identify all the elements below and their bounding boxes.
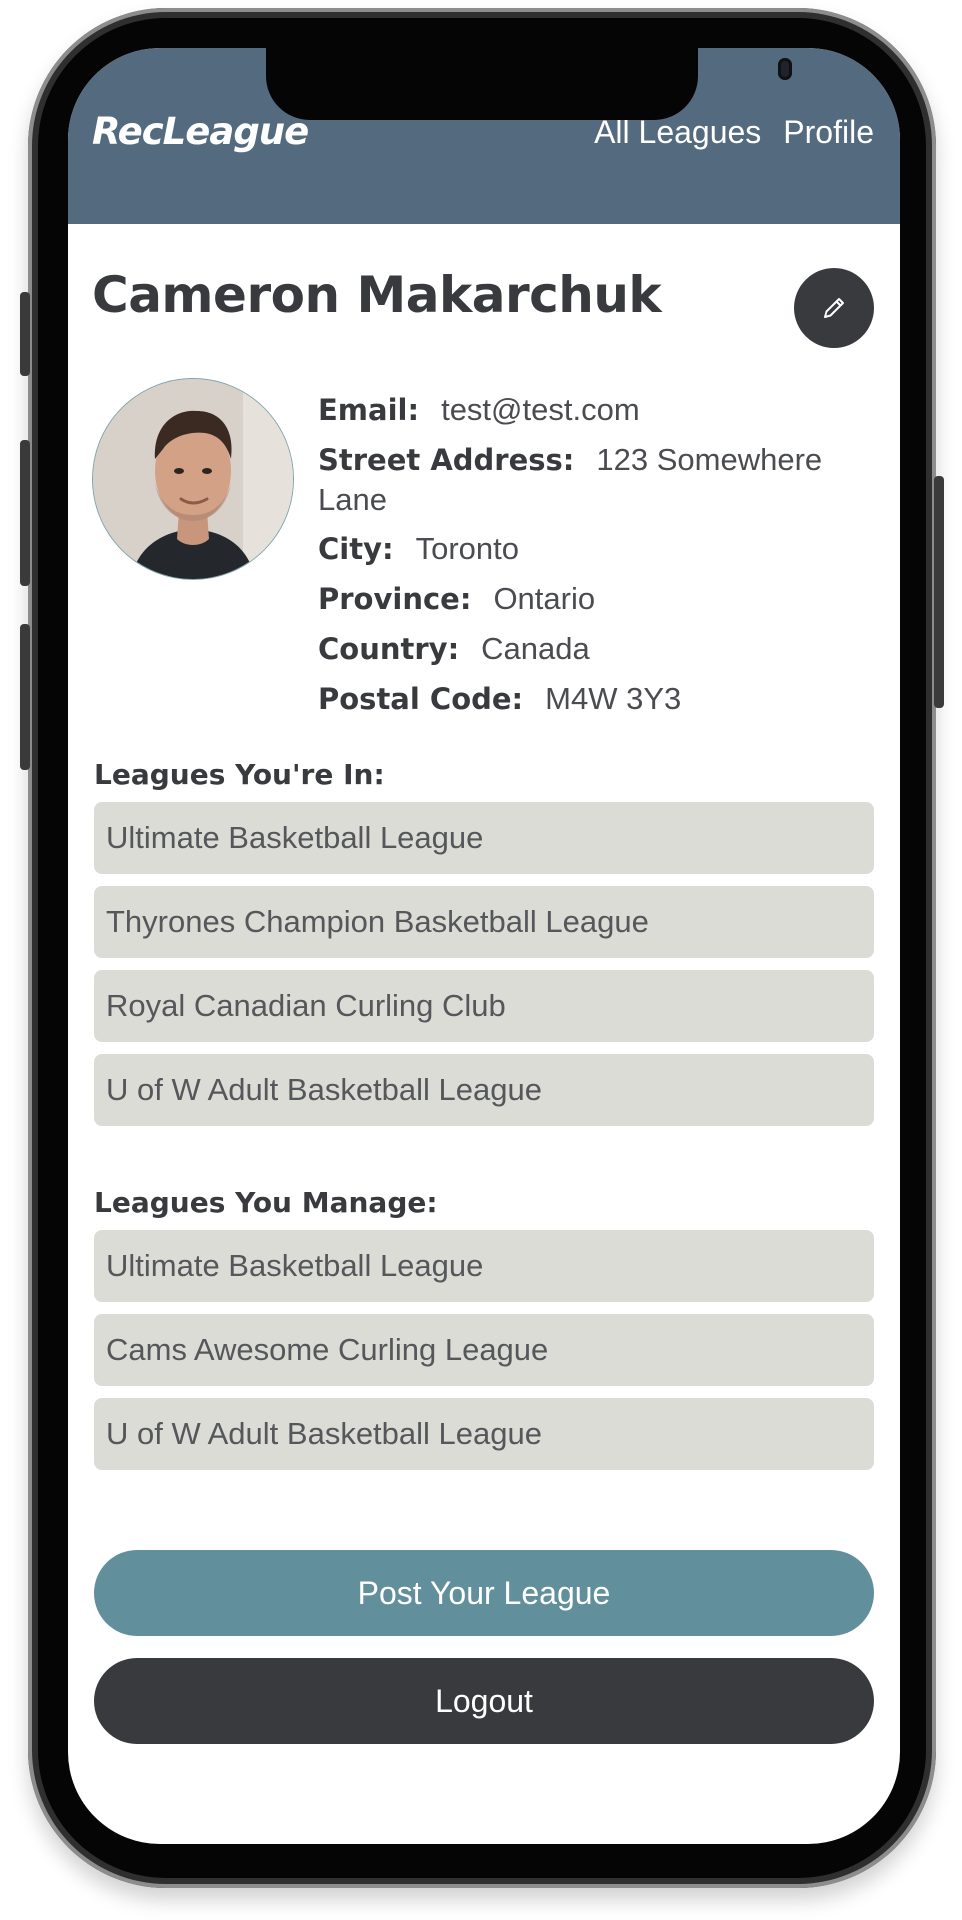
detail-value: Toronto — [415, 531, 519, 566]
detail-postal-code: Postal Code: M4W 3Y3 — [318, 679, 878, 719]
power-button — [934, 476, 944, 708]
leagues-in-list: Ultimate Basketball League Thyrones Cham… — [94, 802, 874, 1138]
detail-country: Country: Canada — [318, 629, 878, 669]
leagues-in-title: Leagues You're In: — [94, 758, 385, 791]
front-camera-icon — [778, 58, 792, 80]
league-manage-item[interactable]: Ultimate Basketball League — [94, 1230, 874, 1302]
volume-down-button — [20, 624, 30, 770]
phone-screen: RecLeague All Leagues Profile Cameron Ma… — [68, 48, 900, 1844]
league-in-item[interactable]: U of W Adult Basketball League — [94, 1054, 874, 1126]
leagues-manage-list: Ultimate Basketball League Cams Awesome … — [94, 1230, 874, 1482]
detail-value: Ontario — [493, 581, 596, 616]
detail-label: Street Address: — [318, 443, 575, 477]
detail-label: City: — [318, 532, 394, 566]
league-manage-item[interactable]: Cams Awesome Curling League — [94, 1314, 874, 1386]
detail-province: Province: Ontario — [318, 579, 878, 619]
league-manage-item[interactable]: U of W Adult Basketball League — [94, 1398, 874, 1470]
pencil-icon — [824, 298, 844, 318]
detail-value: Canada — [481, 631, 590, 666]
detail-label: Country: — [318, 632, 460, 666]
phone-notch — [266, 48, 792, 120]
edit-profile-button[interactable] — [794, 268, 874, 348]
post-your-league-button[interactable]: Post Your League — [94, 1550, 874, 1636]
detail-value: M4W 3Y3 — [545, 681, 682, 716]
app-logo[interactable]: RecLeague — [92, 110, 309, 153]
profile-name: Cameron Makarchuk — [92, 266, 662, 324]
detail-label: Province: — [318, 582, 472, 616]
volume-up-button — [20, 440, 30, 586]
detail-email: Email: test@test.com — [318, 390, 878, 430]
profile-photo — [93, 379, 293, 579]
detail-value: test@test.com — [441, 392, 640, 427]
profile-details: Email: test@test.com Street Address: 123 S… — [318, 390, 878, 729]
detail-street-address: Street Address: 123 Somewhere Lane — [318, 440, 878, 519]
detail-city: City: Toronto — [318, 529, 878, 569]
league-in-item[interactable]: Ultimate Basketball League — [94, 802, 874, 874]
mute-switch — [20, 292, 30, 376]
detail-label: Postal Code: — [318, 682, 524, 716]
nav-profile[interactable]: Profile — [783, 114, 874, 151]
logout-button[interactable]: Logout — [94, 1658, 874, 1744]
detail-label: Email: — [318, 393, 420, 427]
leagues-manage-title: Leagues You Manage: — [94, 1186, 438, 1219]
avatar — [92, 378, 294, 580]
league-in-item[interactable]: Thyrones Champion Basketball League — [94, 886, 874, 958]
league-in-item[interactable]: Royal Canadian Curling Club — [94, 970, 874, 1042]
